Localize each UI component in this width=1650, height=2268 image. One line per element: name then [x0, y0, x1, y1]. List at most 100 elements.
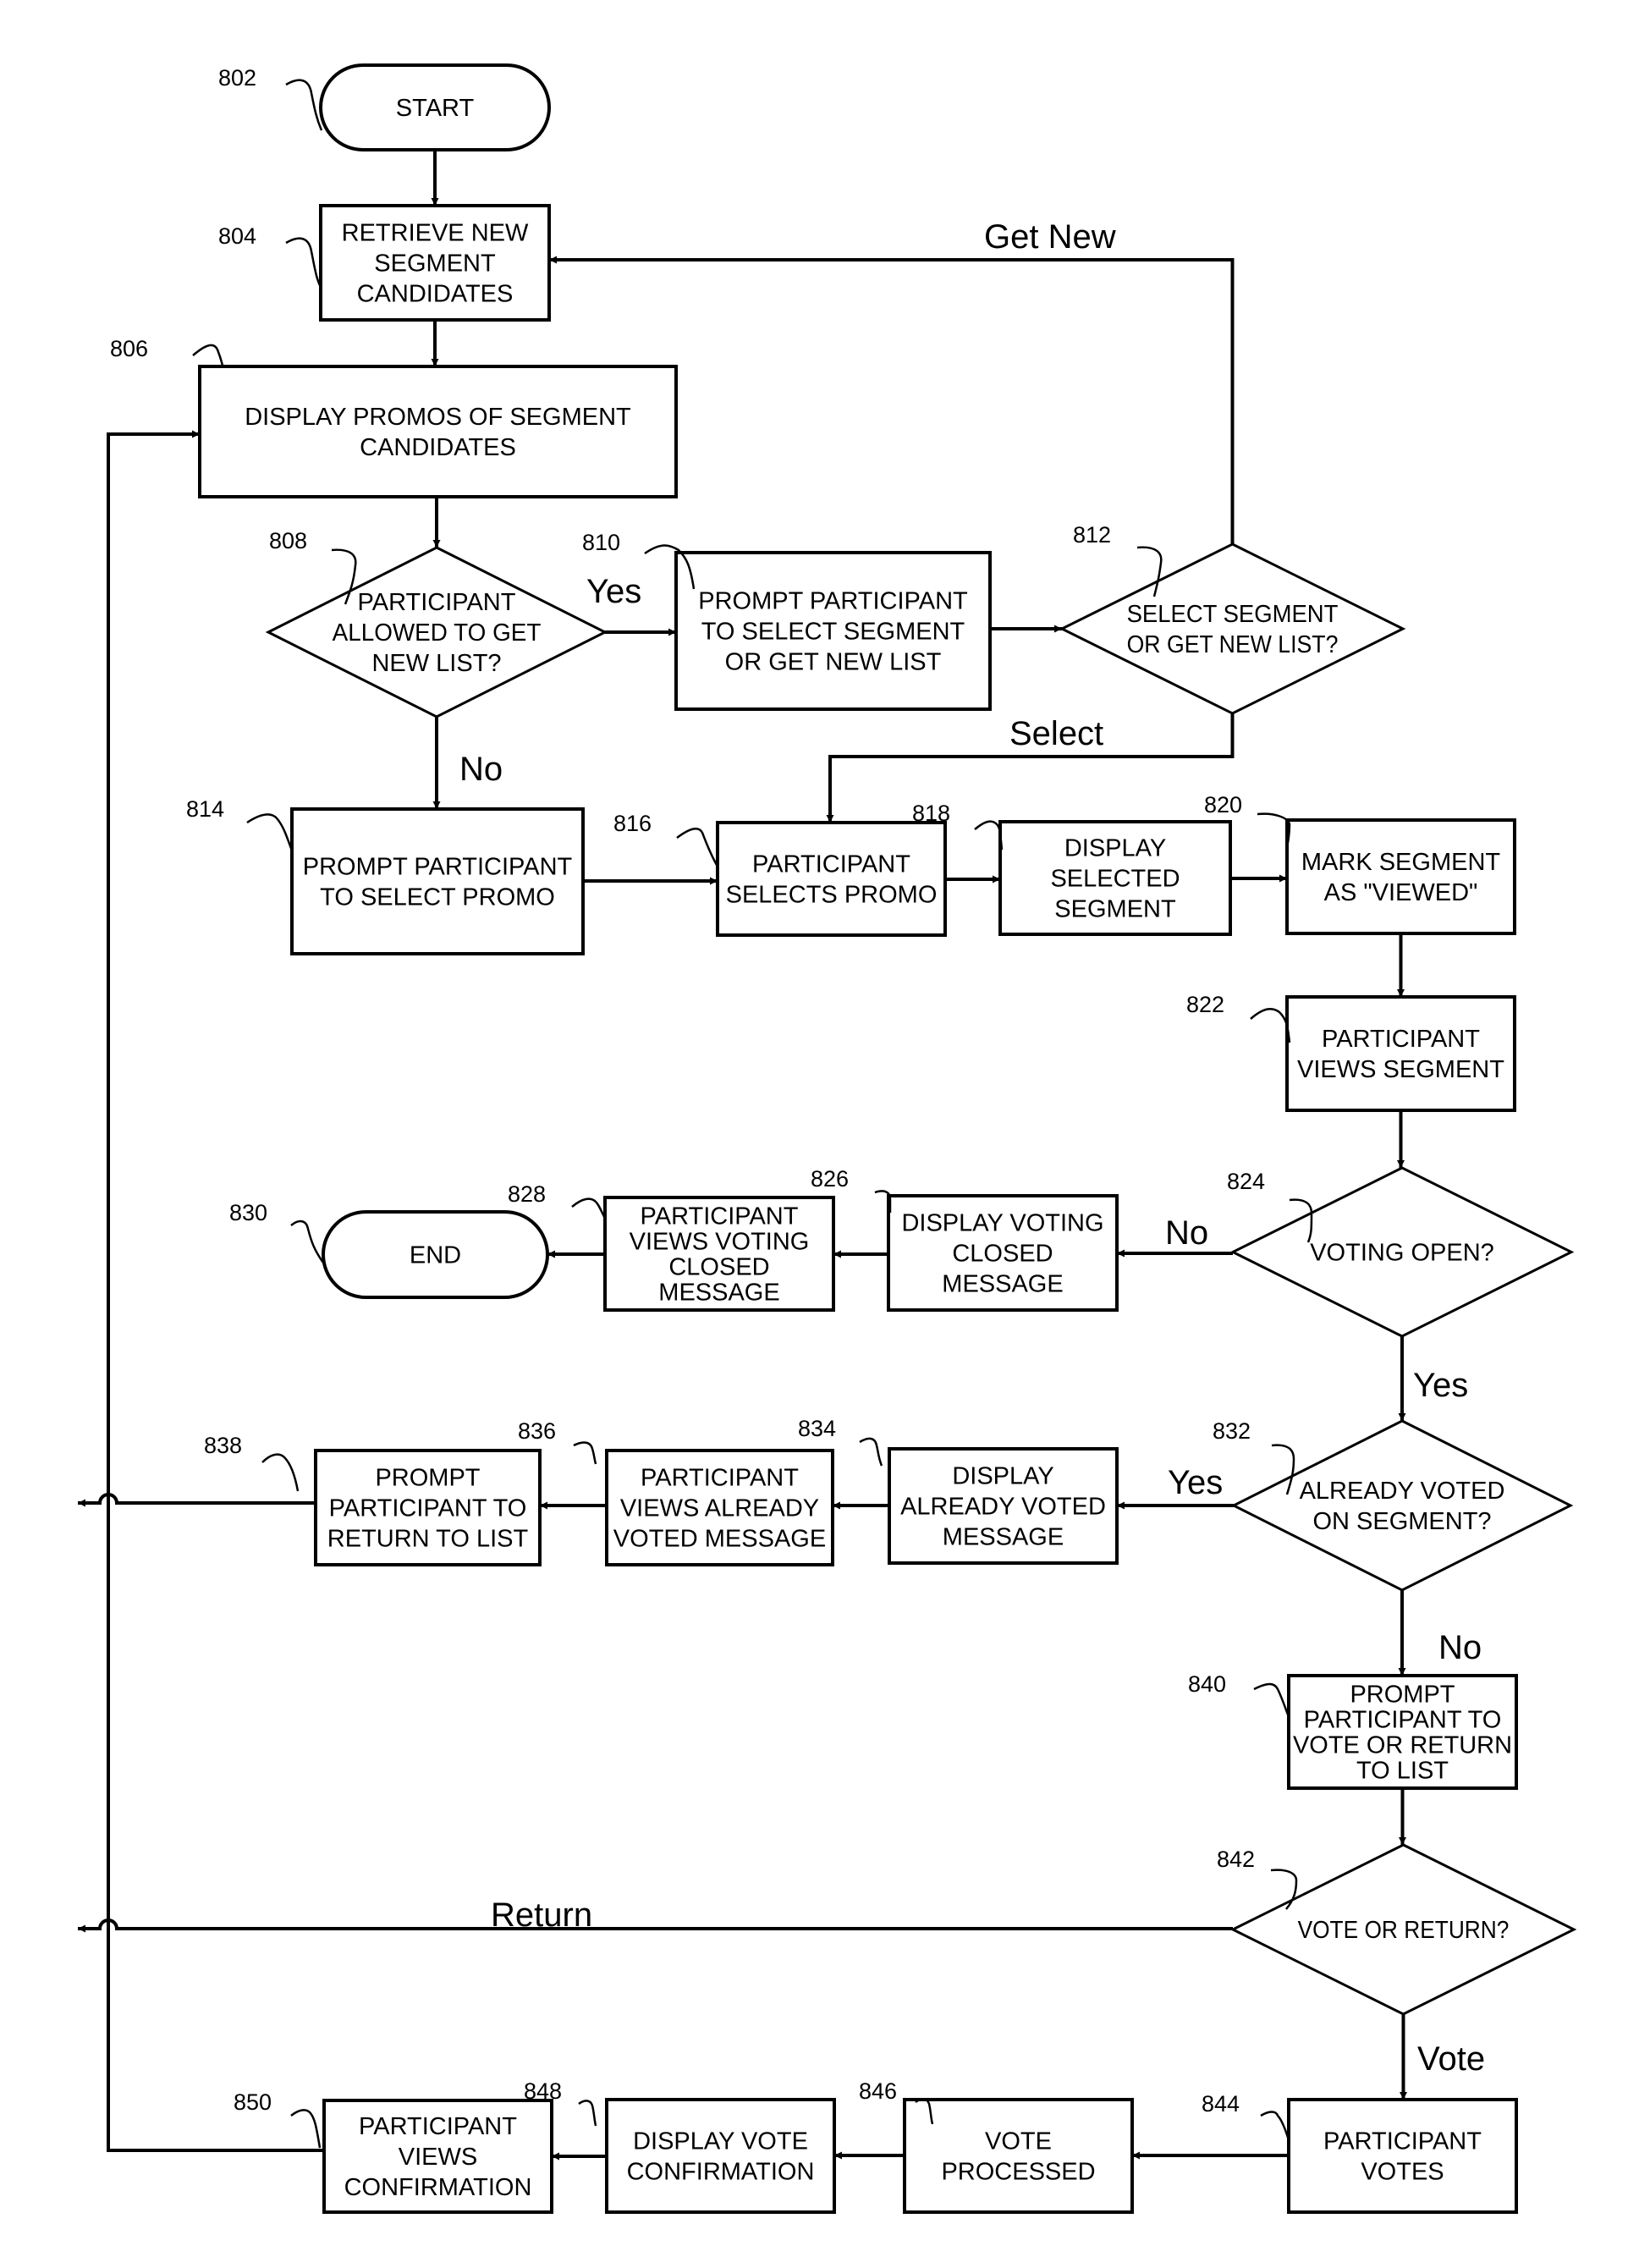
leader-line — [261, 1453, 300, 1492]
leader-line — [192, 344, 225, 368]
node-label-line: PARTICIPANT TO — [329, 1495, 527, 1522]
flowchart: START 802 RETRIEVE NEW SEGMENT CANDIDATES 804… — [78, 63, 1577, 2214]
node-label-line: VIEWS ALREADY — [620, 1495, 819, 1522]
node-label-line: AS "VIEWED" — [1324, 879, 1478, 906]
node-label-line: START — [396, 95, 475, 122]
node-label-line: TO SELECT PROMO — [320, 884, 555, 911]
node-label-line: RETURN TO LIST — [327, 1526, 529, 1553]
node-label-line: PARTICIPANT — [358, 589, 516, 616]
node-label-line: MESSAGE — [942, 1271, 1063, 1298]
node-840: PROMPTPARTICIPANT TOVOTE OR RETURNTO LIS… — [1188, 1671, 1518, 1790]
edge-label-no: No — [459, 751, 503, 788]
node-label-line: SELECTS PROMO — [726, 882, 938, 909]
node-label-line: CONFIRMATION — [344, 2174, 532, 2201]
process-shape — [198, 365, 678, 498]
process-shape — [1287, 2098, 1518, 2214]
reference-number: 836 — [518, 1418, 556, 1444]
node-label-line: PARTICIPANT — [359, 2113, 517, 2140]
leader-line — [676, 827, 719, 867]
node-826: DISPLAY VOTING CLOSED MESSAGE 826 — [811, 1166, 1119, 1312]
node-806: DISPLAY PROMOS OF SEGMENT CANDIDATES 806 — [110, 336, 678, 498]
reference-number: 826 — [811, 1166, 849, 1192]
node-label-line: PROMPT — [375, 1465, 480, 1492]
node-label-line: PROMPT PARTICIPANT — [698, 588, 968, 615]
node-label-line: PARTICIPANT — [1322, 1026, 1480, 1053]
node-label-line: PARTICIPANT — [641, 1203, 799, 1230]
leader-line — [571, 1197, 608, 1221]
node-802: START 802 — [218, 63, 551, 151]
node-812: SELECT SEGMENT OR GET NEW LIST? 812 — [1059, 522, 1406, 715]
process-shape — [605, 2098, 836, 2214]
reference-number: 824 — [1227, 1169, 1265, 1194]
reference-number: 832 — [1213, 1418, 1251, 1444]
node-label-line: PARTICIPANT TO — [1304, 1707, 1502, 1734]
reference-number: 812 — [1073, 522, 1111, 548]
reference-number: 814 — [186, 796, 224, 822]
leader-line — [290, 1219, 325, 1263]
leader-line — [859, 1437, 883, 1467]
reference-number: 818 — [912, 801, 950, 826]
node-label-line: END — [410, 1242, 461, 1269]
node-label-line: TO LIST — [1356, 1758, 1449, 1785]
node-824: VOTING OPEN? 824 — [1227, 1166, 1575, 1338]
leader-line — [578, 2100, 597, 2127]
node-820: MARK SEGMENT AS "VIEWED" 820 — [1204, 792, 1516, 935]
node-label-line: MESSAGE — [658, 1280, 779, 1307]
node-label-line: DISPLAY VOTING — [901, 1210, 1103, 1237]
edge-label-yes: Yes — [1413, 1367, 1468, 1404]
reference-number: 816 — [613, 811, 652, 836]
edge-label-select: Select — [1009, 715, 1103, 752]
reference-number: 840 — [1188, 1671, 1226, 1697]
node-838: PROMPT PARTICIPANT TO RETURN TO LIST 838 — [204, 1433, 542, 1566]
node-label-line: TO SELECT SEGMENT — [701, 619, 965, 646]
leader-line — [285, 237, 323, 289]
leader-line — [573, 1441, 597, 1465]
node-label-line: CONFIRMATION — [627, 2159, 815, 2186]
connector-842-left — [78, 1918, 1233, 1933]
node-848: DISPLAY VOTECONFIRMATION848 — [524, 2078, 836, 2214]
node-label-line: RETRIEVE NEW — [342, 220, 529, 247]
node-label-line: CANDIDATES — [357, 281, 514, 308]
node-label-line: DISPLAY — [1064, 835, 1166, 862]
reference-number: 828 — [508, 1181, 546, 1207]
process-shape — [716, 821, 947, 937]
leader-line — [974, 820, 1004, 850]
process-shape — [1285, 995, 1516, 1112]
reference-number: 808 — [269, 528, 307, 553]
node-label-line: ON SEGMENT? — [1312, 1508, 1491, 1535]
node-816: PARTICIPANT SELECTS PROMO 816 — [613, 811, 947, 937]
node-842: VOTE OR RETURN? 842 — [1217, 1843, 1577, 2016]
reference-number: 810 — [582, 530, 620, 555]
reference-number: 804 — [218, 223, 256, 249]
reference-number: 802 — [218, 65, 256, 91]
node-label-line: ALREADY VOTED — [1300, 1478, 1505, 1505]
connector-850-loop — [107, 430, 324, 2152]
node-844: PARTICIPANT VOTES 844 — [1202, 2091, 1518, 2214]
process-shape — [1285, 818, 1516, 935]
reference-number: 842 — [1217, 1847, 1255, 1872]
node-label-line: OR GET NEW LIST — [725, 649, 942, 676]
edge-label-yes: Yes — [1168, 1464, 1223, 1501]
node-label-line: PARTICIPANT — [641, 1465, 799, 1492]
node-label-line: SELECT SEGMENT — [1127, 601, 1339, 628]
leader-line — [1250, 1007, 1291, 1043]
leader-line — [285, 79, 323, 131]
node-label-line: PROMPT PARTICIPANT — [303, 854, 573, 881]
node-label-line: VOTED MESSAGE — [613, 1526, 826, 1553]
edge-label-no: No — [1165, 1214, 1208, 1252]
connector-838-left — [78, 1493, 316, 1507]
edge-label-return: Return — [491, 1896, 592, 1934]
edge-label-yes: Yes — [586, 573, 641, 610]
node-814: PROMPT PARTICIPANT TO SELECT PROMO 814 — [186, 796, 585, 955]
leader-line — [246, 813, 294, 854]
node-label-line: DISPLAY VOTE — [633, 2128, 808, 2155]
node-label-line: VOTE OR RETURN? — [1298, 1917, 1510, 1944]
reference-number: 844 — [1202, 2091, 1240, 2117]
node-label-line: MARK SEGMENT — [1301, 849, 1501, 876]
leader-line — [1257, 812, 1291, 844]
node-label-line: SELECTED — [1050, 866, 1180, 893]
reference-number: 846 — [859, 2078, 897, 2104]
reference-number: 850 — [234, 2089, 272, 2115]
node-822: PARTICIPANT VIEWS SEGMENT 822 — [1186, 992, 1516, 1112]
node-label-line: PROMPT — [1350, 1682, 1455, 1709]
